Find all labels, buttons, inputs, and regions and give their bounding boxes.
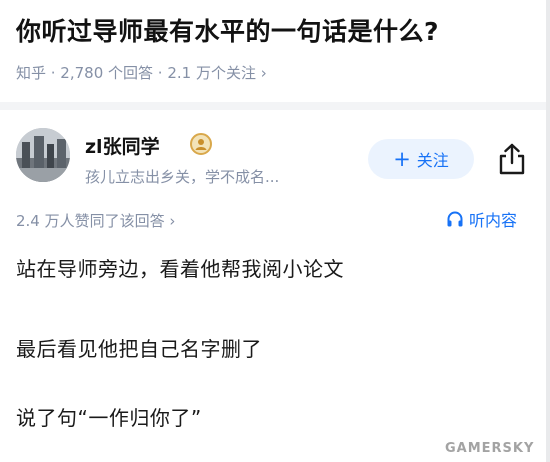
share-icon[interactable] — [496, 142, 528, 176]
avatar[interactable] — [16, 128, 70, 182]
answer-line: 站在导师旁边，看着他帮我阅小论文 — [16, 257, 344, 281]
question-title[interactable]: 你听过导师最有水平的一句话是什么? — [16, 12, 439, 48]
share-glyph — [499, 143, 525, 175]
headphones-icon — [447, 211, 463, 227]
follow-label: 关注 — [416, 151, 449, 170]
listen-button[interactable]: 听内容 — [446, 207, 517, 231]
follow-button[interactable]: + 关注 — [368, 139, 474, 179]
scrollbar-track — [546, 0, 550, 462]
plus-icon: + — [393, 146, 411, 171]
answer-line: 说了句“一作归你了” — [16, 406, 202, 430]
section-divider — [0, 102, 550, 110]
listen-label: 听内容 — [469, 211, 518, 230]
upvote-count[interactable]: 2.4 万人赞同了该回答 › — [16, 210, 175, 231]
answer-line: 最后看见他把自己名字删了 — [16, 337, 262, 361]
badge-person-icon — [195, 139, 207, 150]
avatar-image — [16, 128, 70, 182]
badge-icon — [190, 133, 212, 155]
author-bio: 孩儿立志出乡关，学不成名... — [85, 168, 280, 186]
author-name[interactable]: zl张同学 — [85, 132, 160, 159]
question-meta[interactable]: 知乎 · 2,780 个回答 · 2.1 万个关注 › — [16, 62, 267, 83]
watermark-logo: GAMERSKY — [445, 441, 535, 456]
